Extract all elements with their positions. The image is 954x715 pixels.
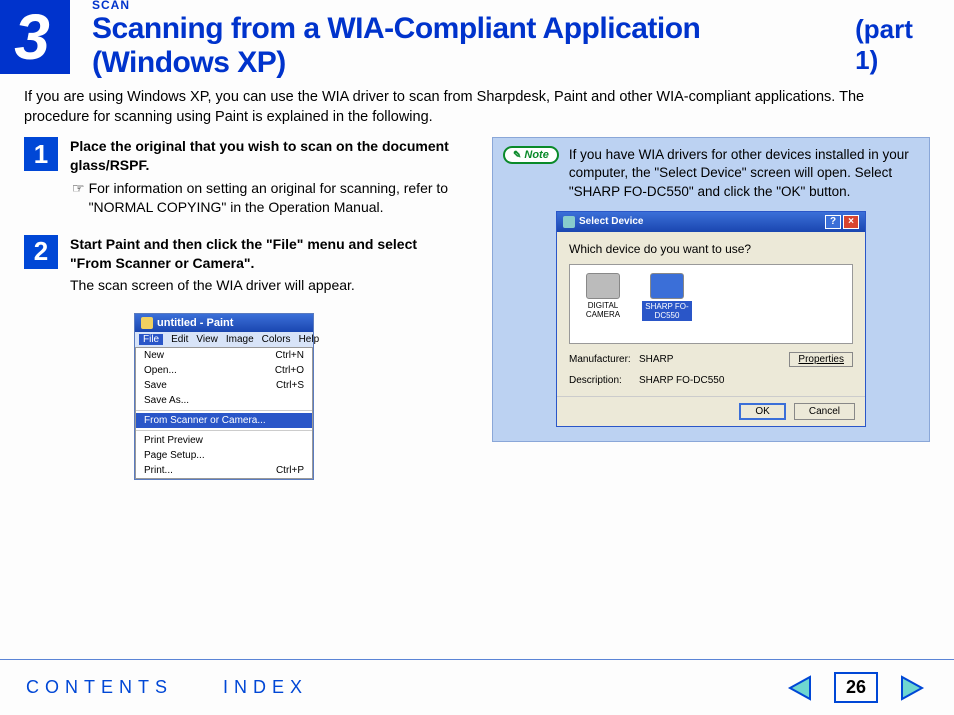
menu-item: Page Setup... [136, 448, 312, 463]
menu-item: Save As... [136, 393, 312, 408]
contents-link[interactable]: CONTENTS [26, 677, 173, 698]
device-digital-camera: DIGITAL CAMERA [578, 273, 628, 335]
menu-item: SaveCtrl+S [136, 378, 312, 393]
device-list: DIGITAL CAMERA SHARP FO-DC550 [569, 264, 853, 344]
index-link[interactable]: INDEX [223, 677, 308, 698]
note-box: Note If you have WIA drivers for other d… [492, 137, 930, 442]
menu-help: Help [299, 334, 320, 345]
device-label: SHARP FO-DC550 [642, 301, 692, 321]
close-icon: × [843, 215, 859, 229]
paint-title-text: untitled - Paint [157, 317, 233, 329]
help-icon: ? [825, 215, 841, 229]
intro-paragraph: If you are using Windows XP, you can use… [0, 74, 954, 137]
file-menu-dropdown: NewCtrl+NOpen...Ctrl+OSaveCtrl+SSave As.… [135, 347, 313, 479]
properties-button: Properties [789, 352, 853, 367]
menu-colors: Colors [262, 334, 291, 345]
step-1: 1 Place the original that you wish to sc… [24, 137, 462, 217]
device-sharp: SHARP FO-DC550 [642, 273, 692, 335]
step-heading: Start Paint and then click the "File" me… [70, 235, 462, 273]
dialog-titlebar: Select Device ? × [557, 212, 865, 232]
step-heading: Place the original that you wish to scan… [70, 137, 462, 175]
menu-item: From Scanner or Camera... [136, 413, 312, 428]
menu-file: File [139, 334, 163, 345]
manufacturer-value: SHARP [639, 354, 673, 365]
step-body-text: The scan screen of the WIA driver will a… [70, 276, 462, 295]
step-number: 1 [24, 137, 58, 171]
description-value: SHARP FO-DC550 [639, 375, 724, 386]
menu-item: NewCtrl+N [136, 348, 312, 363]
page-title: Scanning from a WIA-Compliant Applicatio… [92, 12, 835, 80]
prev-page-icon[interactable] [784, 673, 814, 703]
description-label: Description: [569, 375, 629, 386]
menu-item: Print...Ctrl+P [136, 463, 312, 478]
chapter-number: 3 [0, 0, 70, 74]
page-header: 3 SCAN Scanning from a WIA-Compliant App… [0, 0, 954, 74]
dialog-question: Which device do you want to use? [569, 242, 853, 256]
step-number: 2 [24, 235, 58, 269]
note-badge: Note [503, 146, 559, 164]
menu-item: Print Preview [136, 433, 312, 448]
footer-nav: CONTENTS INDEX 26 [0, 659, 954, 715]
section-label: SCAN [92, 0, 954, 12]
camera-icon [586, 273, 620, 299]
note-text: If you have WIA drivers for other device… [569, 146, 919, 201]
select-device-dialog: Select Device ? × Which device do you wa… [556, 211, 866, 427]
next-page-icon[interactable] [898, 673, 928, 703]
menu-view: View [196, 334, 218, 345]
paint-titlebar: untitled - Paint [135, 314, 313, 332]
ok-button: OK [739, 403, 785, 420]
pointer-icon: ☞ [72, 179, 85, 217]
page-number: 26 [834, 672, 878, 703]
menu-edit: Edit [171, 334, 188, 345]
menu-item: Open...Ctrl+O [136, 363, 312, 378]
paint-menubar: File Edit View Image Colors Help [135, 332, 313, 347]
dialog-title-text: Select Device [579, 216, 644, 227]
step-subtext: For information on setting an original f… [89, 179, 462, 217]
manufacturer-label: Manufacturer: [569, 354, 629, 365]
menu-image: Image [226, 334, 254, 345]
scanner-icon [650, 273, 684, 299]
part-label: (part 1) [855, 14, 954, 76]
step-2: 2 Start Paint and then click the "File" … [24, 235, 462, 296]
cancel-button: Cancel [794, 403, 855, 420]
device-label: DIGITAL CAMERA [578, 301, 628, 319]
paint-window-screenshot: untitled - Paint File Edit View Image Co… [134, 313, 314, 480]
